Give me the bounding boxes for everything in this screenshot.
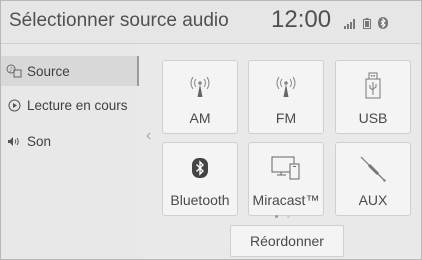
sidebar-item-label: Source: [27, 63, 70, 79]
source-tile-bluetooth[interactable]: Bluetooth: [162, 142, 238, 216]
page-dot: [287, 215, 290, 218]
aux-cable-icon: [336, 153, 410, 183]
sidebar-item-now-playing[interactable]: Lecture en cours: [1, 90, 137, 120]
radio-antenna-icon: [163, 71, 237, 101]
source-tile-am[interactable]: AM: [162, 60, 238, 134]
radio-antenna-icon: [249, 71, 323, 101]
source-tile-usb[interactable]: USB: [335, 60, 411, 134]
status-icons: [344, 16, 388, 34]
audio-source-screen: Sélectionner source audio 12:00 ♪ Source: [0, 0, 422, 260]
page-dot-active: [275, 215, 278, 218]
svg-text:♪: ♪: [9, 67, 13, 74]
signal-icon: [344, 16, 356, 34]
source-tile-aux[interactable]: AUX: [335, 142, 411, 216]
source-tile-label: AUX: [358, 192, 388, 208]
source-tile-label: FM: [275, 110, 297, 126]
miracast-icon: [249, 153, 323, 183]
sidebar-item-sound[interactable]: Son: [1, 126, 137, 156]
sidebar-item-label: Lecture en cours: [27, 97, 128, 113]
play-icon: [3, 99, 25, 112]
source-tile-label: Miracast™: [252, 192, 320, 208]
source-tile-label: AM: [189, 110, 211, 126]
sidebar-item-label: Son: [27, 133, 52, 149]
page-indicator: [275, 215, 290, 218]
source-tile-label: Bluetooth: [170, 192, 230, 208]
bluetooth-icon: [163, 153, 237, 183]
chevron-left-icon[interactable]: ‹: [146, 127, 151, 145]
source-tile-fm[interactable]: FM: [248, 60, 324, 134]
speaker-icon: [3, 136, 25, 147]
page-title: Sélectionner source audio: [9, 10, 229, 31]
usb-icon: [336, 71, 410, 101]
phone-battery-icon: [363, 16, 371, 34]
source-tile-label: USB: [358, 110, 388, 126]
clock: 12:00: [271, 6, 332, 33]
header-bar: Sélectionner source audio 12:00: [1, 1, 421, 44]
sidebar: ♪ Source Lecture en cours Son: [1, 44, 139, 259]
bluetooth-icon: [378, 16, 388, 34]
source-icon: ♪: [3, 64, 25, 78]
sidebar-item-source[interactable]: ♪ Source: [1, 56, 139, 86]
source-tile-miracast[interactable]: Miracast™: [248, 142, 324, 216]
reorder-button[interactable]: Réordonner: [230, 225, 344, 257]
